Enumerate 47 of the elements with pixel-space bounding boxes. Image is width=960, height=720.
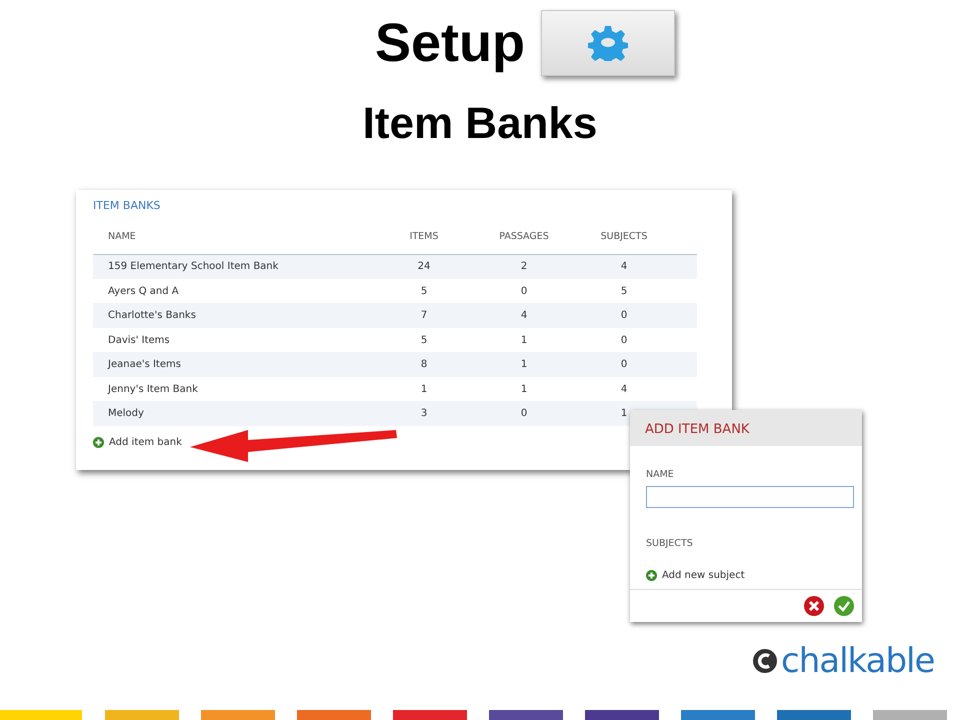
table-cell: 7 [420,310,428,321]
column-header: PASSAGES [499,230,549,242]
table-cell: 5 [620,286,628,296]
slide-title: Setup [374,16,525,70]
table-cell: 1 [520,334,528,346]
bank-name[interactable]: Ayers Q and A [108,286,179,296]
table-cell: 5 [420,334,428,346]
table-cell: 0 [520,408,528,419]
bank-name[interactable]: Jeanae's Items [108,359,181,370]
settings-button[interactable] [541,10,675,76]
bank-name[interactable]: Jenny's Item Bank [108,384,198,394]
table-cell: 4 [620,384,628,394]
field-label: SUBJECTS [646,537,694,552]
table-cell: 24 [418,261,430,272]
table-cell: 8 [420,359,428,370]
dialog-title: ADD ITEM BANK [630,410,862,446]
bank-name[interactable]: Charlotte's Banks [108,310,196,321]
table-cell: 4 [520,310,528,321]
table-cell: 1 [420,384,428,394]
logo-icon [752,646,778,676]
table-cell: 1 [520,384,528,394]
table-cell: 1 [520,359,528,370]
name-field[interactable] [646,486,854,508]
table-cell: 3 [420,408,428,419]
table-cell: 4 [620,261,628,272]
slide-subtitle: Item Banks [362,99,598,148]
field-label: NAME [646,468,675,482]
add-subject-link[interactable]: Add new subject [646,568,862,582]
bank-name[interactable]: Melody [108,408,144,419]
column-header: ITEMS [410,230,438,242]
table-cell: 0 [620,359,628,370]
panel-heading: ITEM BANKS [93,198,162,214]
cancel-button[interactable] [804,596,824,616]
table-cell: 0 [520,286,528,296]
table-cell: 5 [420,286,428,296]
bank-name[interactable]: Davis' Items [108,334,170,346]
table-cell: 0 [620,334,628,346]
settings-icon [587,25,629,61]
confirm-button[interactable] [834,596,854,616]
logo-text: chalkable [781,644,934,678]
table-cell: 2 [520,261,528,272]
plus-icon [93,436,104,448]
table-cell: 1 [620,408,628,419]
column-header: SUBJECTS [600,230,648,242]
column-header: NAME [108,230,136,242]
plus-icon [646,570,657,580]
table-cell: 0 [620,310,628,321]
